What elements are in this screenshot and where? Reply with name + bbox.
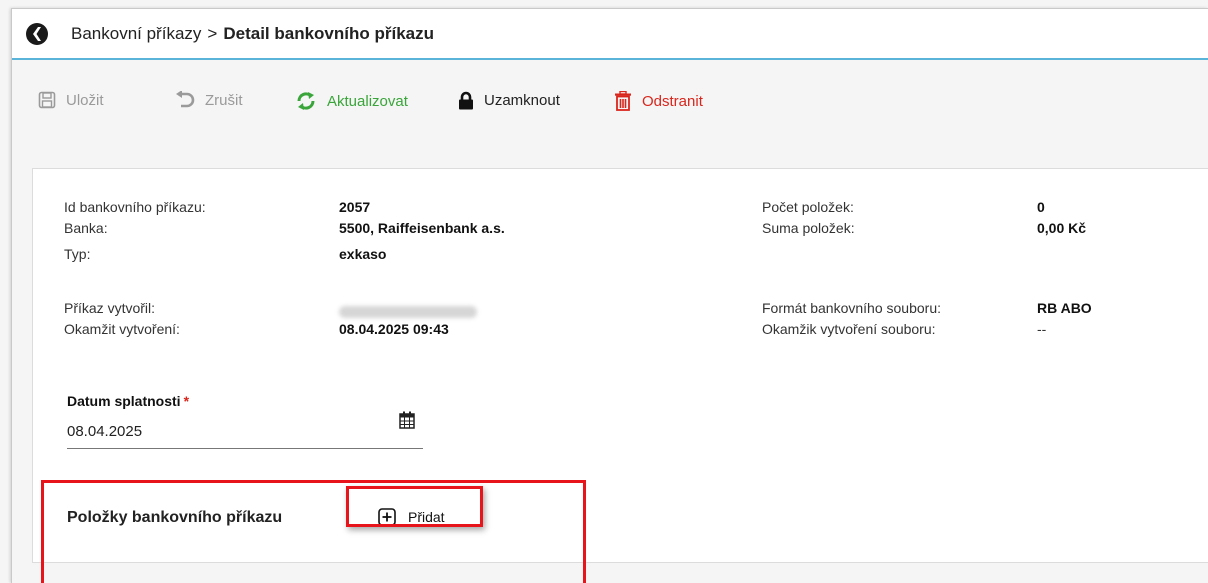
bank-label: Banka: [64,220,108,236]
created-at-label: Okamžit vytvoření: [64,321,180,337]
trash-icon [615,91,631,111]
id-label: Id bankovního příkazu: [64,199,206,215]
type-label: Typ: [64,246,91,262]
delete-button[interactable]: Odstranit [614,91,703,111]
page-title: Detail bankovního příkazu [223,24,434,43]
breadcrumb: Bankovní příkazy > Detail bankovního příka… [71,24,434,44]
due-date-label-text: Datum splatnosti [67,393,181,409]
lock-label: Uzamknout [484,92,560,109]
item-count-label: Počet položek: [762,199,854,215]
save-label: Uložit [66,91,104,109]
lock-icon [459,91,473,110]
save-icon [38,91,56,109]
due-date-value[interactable]: 08.04.2025 [67,423,142,440]
app-logo-icon [26,23,48,45]
id-value: 2057 [339,199,371,215]
required-mark: * [183,393,190,409]
file-created-label: Okamžik vytvoření souboru: [762,321,936,337]
breadcrumb-separator: > [207,24,218,43]
refresh-button[interactable]: Aktualizovat [295,91,408,111]
save-button[interactable]: Uložit [38,91,104,109]
cancel-button[interactable]: Zrušit [175,91,243,109]
refresh-label: Aktualizovat [327,92,408,110]
item-count-value: 0 [1037,199,1045,215]
delete-label: Odstranit [642,92,703,110]
file-format-label: Formát bankovního souboru: [762,300,941,316]
created-by-value-redacted [339,306,477,318]
file-created-value: -- [1037,321,1047,337]
item-sum-value: 0,00 Kč [1037,220,1087,236]
lock-button[interactable]: Uzamknout [458,91,560,110]
file-format-value: RB ABO [1037,300,1092,316]
created-at-value: 08.04.2025 09:43 [339,321,449,337]
bank-value: 5500, Raiffeisenbank a.s. [339,220,505,236]
cancel-label: Zrušit [205,91,243,109]
due-date-label: Datum splatnosti * [67,393,189,409]
highlight-box-section [41,480,586,583]
highlight-box-add-button [346,486,483,527]
refresh-icon [297,92,315,110]
type-value: exkaso [339,246,387,262]
title-bar: Bankovní příkazy > Detail bankovního příka… [12,9,1208,60]
item-sum-label: Suma položek: [762,220,855,236]
created-by-label: Příkaz vytvořil: [64,300,156,316]
due-date-field[interactable]: 08.04.2025 [67,411,423,449]
breadcrumb-parent[interactable]: Bankovní příkazy [71,24,201,43]
calendar-icon[interactable] [399,411,415,429]
undo-icon [176,91,195,108]
toolbar: Uložit Zrušit Aktualizovat Uzamknout Ods… [12,81,1208,125]
